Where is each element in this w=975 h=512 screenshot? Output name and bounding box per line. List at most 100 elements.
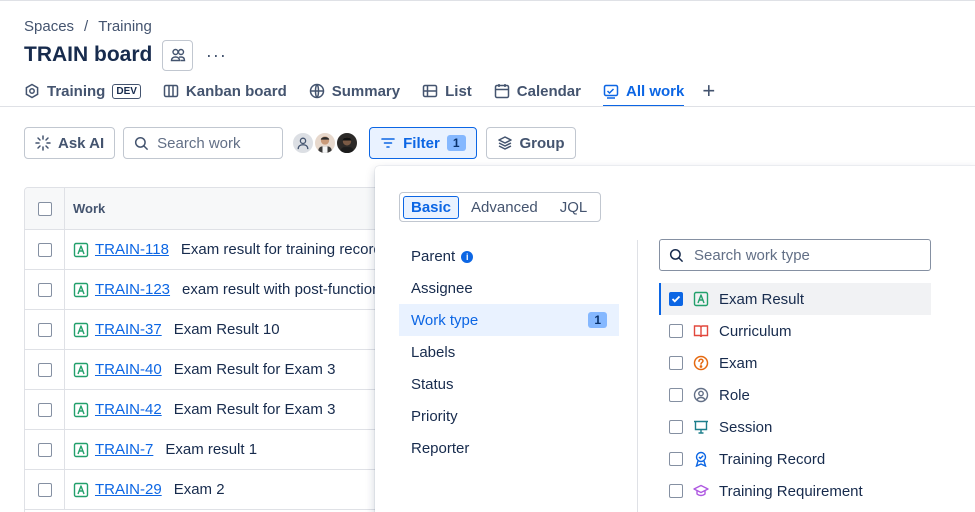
work-item-key-link[interactable]: TRAIN-123 <box>95 281 170 298</box>
select-all-cell <box>25 188 65 229</box>
row-work-cell: TRAIN-40 Exam Result for Exam 3 <box>65 361 335 378</box>
search-icon <box>135 136 149 150</box>
row-checkbox[interactable] <box>37 242 52 257</box>
filter-field-reporter[interactable]: Reporter <box>399 432 619 464</box>
window-top-border <box>0 0 975 3</box>
team-button[interactable] <box>162 39 194 71</box>
row-checkbox[interactable] <box>37 442 52 457</box>
work-type-label: Exam Result <box>719 290 805 308</box>
row-select-cell <box>25 310 65 349</box>
row-checkbox[interactable] <box>37 402 52 417</box>
work-type-option[interactable]: Training Requirement <box>659 475 931 507</box>
tab-label: Summary <box>331 82 401 100</box>
tab-kanban-board[interactable]: Kanban board <box>163 78 287 104</box>
filter-field-priority[interactable]: Priority <box>399 400 619 432</box>
row-checkbox[interactable] <box>37 482 52 497</box>
work-type-checkbox[interactable] <box>669 388 683 402</box>
work-item-summary[interactable]: exam result with post-function <box>182 281 380 298</box>
tab-training[interactable]: Training DEV <box>24 78 141 104</box>
table-row[interactable]: TRAIN-29 Exam 2 <box>25 470 423 510</box>
info-icon[interactable]: i <box>461 250 474 263</box>
column-header-work[interactable]: Work <box>65 201 105 216</box>
more-actions-button[interactable]: ··· <box>201 40 231 70</box>
work-type-checkbox[interactable] <box>669 420 683 434</box>
work-item-key-link[interactable]: TRAIN-42 <box>95 401 162 418</box>
avatar-user-1[interactable] <box>313 131 338 155</box>
table-row[interactable]: TRAIN-37 Exam Result 10 <box>25 310 423 350</box>
work-type-option[interactable]: Exam <box>659 347 931 379</box>
exam-result-icon <box>73 322 89 338</box>
work-type-label: Role <box>719 386 750 404</box>
work-item-key-link[interactable]: TRAIN-118 <box>95 241 169 258</box>
work-type-option[interactable]: Role <box>659 379 931 411</box>
person-icon <box>297 137 309 150</box>
project-settings-icon <box>25 83 39 99</box>
filter-field-assignee[interactable]: Assignee <box>399 272 619 304</box>
work-type-checkbox[interactable] <box>669 356 683 370</box>
work-item-summary[interactable]: Exam result 1 <box>165 441 257 458</box>
work-type-checkbox[interactable] <box>669 324 683 338</box>
tab-label: Kanban board <box>185 82 287 100</box>
add-tab-button[interactable]: + <box>702 78 715 104</box>
tab-list[interactable]: List <box>422 78 472 104</box>
breadcrumb: Spaces / Training <box>24 18 152 35</box>
filter-field-list: Parent i Assignee Work type 1 Labels Status Pri… <box>399 240 619 464</box>
tab-calendar[interactable]: Calendar <box>494 78 581 104</box>
tab-summary[interactable]: Summary <box>309 78 400 104</box>
avatar-unassigned[interactable] <box>291 131 316 155</box>
work-type-label: Training Requirement <box>719 482 863 500</box>
filter-field-labels[interactable]: Labels <box>399 336 619 368</box>
work-type-checkbox[interactable] <box>669 484 683 498</box>
filter-icon <box>381 138 395 148</box>
filter-field-status[interactable]: Status <box>399 368 619 400</box>
work-item-key-link[interactable]: TRAIN-29 <box>95 481 162 498</box>
filter-field-parent[interactable]: Parent i <box>399 240 619 272</box>
avatar-user-2[interactable] <box>335 131 360 155</box>
work-item-summary[interactable]: Exam Result for Exam 3 <box>174 401 336 418</box>
tab-all-work[interactable]: All work <box>603 78 685 107</box>
mode-jql[interactable]: JQL <box>550 196 598 219</box>
work-item-summary[interactable]: Exam Result 10 <box>174 321 280 338</box>
work-item-summary[interactable]: Exam result for training record <box>181 241 382 258</box>
select-all-checkbox[interactable] <box>37 201 52 216</box>
filter-field-work-type[interactable]: Work type 1 <box>399 304 619 336</box>
page-title: TRAIN board <box>24 43 153 66</box>
work-type-checkbox[interactable] <box>669 292 683 306</box>
work-type-option[interactable]: Session <box>659 411 931 443</box>
work-type-checkbox[interactable] <box>669 452 683 466</box>
filter-button[interactable]: Filter 1 <box>369 127 477 159</box>
ask-ai-button[interactable]: Ask AI <box>24 127 116 159</box>
breadcrumb-project[interactable]: Training <box>98 18 152 35</box>
exam-result-icon <box>73 442 89 458</box>
user-photo-icon <box>318 136 332 153</box>
work-item-summary[interactable]: Exam 2 <box>174 481 225 498</box>
table-row[interactable]: TRAIN-40 Exam Result for Exam 3 <box>25 350 423 390</box>
row-checkbox[interactable] <box>37 362 52 377</box>
work-item-key-link[interactable]: TRAIN-40 <box>95 361 162 378</box>
work-type-option[interactable]: Exam Result <box>659 283 931 315</box>
work-item-key-link[interactable]: TRAIN-37 <box>95 321 162 338</box>
search-work-input[interactable]: Search work <box>123 127 284 159</box>
work-table: Work TRAIN-118 Exam result for training … <box>24 187 424 512</box>
search-icon <box>669 248 684 262</box>
work-type-option[interactable]: Curriculum <box>659 315 931 347</box>
book-icon <box>693 323 709 339</box>
table-row[interactable]: TRAIN-118 Exam result for training recor… <box>25 230 423 270</box>
work-item-summary[interactable]: Exam Result for Exam 3 <box>174 361 336 378</box>
search-work-type-input[interactable]: Search work type <box>659 239 931 271</box>
table-header: Work <box>25 188 423 230</box>
mode-basic[interactable]: Basic <box>403 195 460 219</box>
mode-advanced[interactable]: Advanced <box>461 196 548 219</box>
breadcrumb-spaces[interactable]: Spaces <box>24 18 74 35</box>
row-checkbox[interactable] <box>37 282 52 297</box>
filter-count-badge: 1 <box>446 135 466 151</box>
work-item-key-link[interactable]: TRAIN-7 <box>95 441 153 458</box>
filter-label: Filter <box>403 134 440 152</box>
row-checkbox[interactable] <box>37 322 52 337</box>
work-type-option[interactable]: Training Record <box>659 443 931 475</box>
table-row[interactable]: TRAIN-123 exam result with post-function <box>25 270 423 310</box>
table-row[interactable]: TRAIN-42 Exam Result for Exam 3 <box>25 390 423 430</box>
group-button[interactable]: Group <box>485 127 576 159</box>
row-work-cell: TRAIN-29 Exam 2 <box>65 481 225 498</box>
table-row[interactable]: TRAIN-7 Exam result 1 <box>25 430 423 470</box>
